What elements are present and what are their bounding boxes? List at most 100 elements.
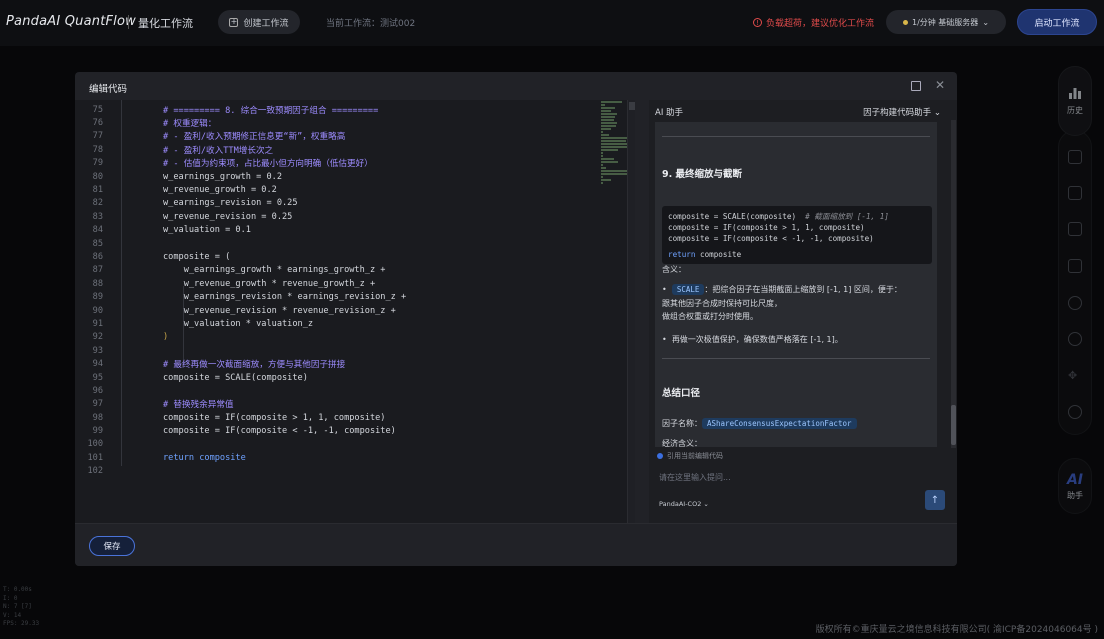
line-number: 89 xyxy=(92,292,103,303)
code-line[interactable]: 98 composite = IF(composite > 1, 1, compo… xyxy=(75,411,605,424)
code-text: w_revenue_revision = 0.25 xyxy=(163,211,293,222)
code-text: # 最终再做一次截面缩放，方便与其他因子拼接 xyxy=(163,360,346,371)
code-line[interactable]: 91 w_valuation * valuation_z xyxy=(75,317,605,330)
input-placeholder[interactable]: 请在这里输入提问... xyxy=(659,472,731,483)
line-number: 77 xyxy=(92,131,103,142)
fullscreen-icon[interactable] xyxy=(911,81,921,91)
line-number: 85 xyxy=(92,238,103,249)
assistant-title: AI 助手 xyxy=(655,108,684,118)
code-text: composite = SCALE(composite) xyxy=(163,372,308,383)
code-line[interactable]: 99 composite = IF(composite < -1, -1, com… xyxy=(75,424,605,437)
top-bar: PandaAI QuantFlow 量化工作流 + 创建工作流 当前工作流：测试… xyxy=(0,0,1104,46)
minimap-line xyxy=(601,101,622,103)
code-text: # - 盈利/收入TTM增长次之 xyxy=(163,145,274,156)
modal-title: 编辑代码 xyxy=(89,84,128,95)
line-number: 95 xyxy=(92,372,103,383)
line-number: 75 xyxy=(92,104,103,115)
editor-scrollbar[interactable] xyxy=(627,100,635,523)
code-line[interactable]: 96 xyxy=(75,384,605,397)
minimap-line xyxy=(601,152,603,154)
assistant-messages[interactable]: 9. 最终缩放与截断 composite = SCALE(composite) … xyxy=(655,122,937,447)
code-text: w_earnings_growth * earnings_growth_z + xyxy=(163,265,386,276)
assistant-input[interactable]: 请在这里输入提问... PandaAI-CO2 ⌄ ↑ xyxy=(655,462,945,520)
code-line[interactable]: 101 return composite xyxy=(75,451,605,464)
scrollbar-thumb[interactable] xyxy=(951,405,956,445)
code-line[interactable]: 95 composite = SCALE(composite) xyxy=(75,371,605,384)
modal-header: 编辑代码 ✕ xyxy=(75,72,957,100)
line-number: 81 xyxy=(92,185,103,196)
line-number: 82 xyxy=(92,198,103,209)
code-text: w_valuation * valuation_z xyxy=(163,318,314,329)
server-selector[interactable]: 1/分钟 基础服务器 ⌄ xyxy=(886,10,1006,34)
code-line[interactable]: 81 w_revenue_growth = 0.2 xyxy=(75,183,605,196)
line-number: 97 xyxy=(92,399,103,410)
minimap-line xyxy=(601,170,627,172)
line-number: 84 xyxy=(92,225,103,236)
line-number: 91 xyxy=(92,318,103,329)
code-text: composite = IF(composite > 1, 1, composi… xyxy=(163,412,386,423)
load-warning-text: 负载超荷，建议优化工作流 xyxy=(766,19,875,29)
code-editor[interactable]: 75 # ========= 8. 综合一致预期因子组合 ========= 76 #… xyxy=(75,100,635,523)
line-number: 100 xyxy=(87,439,103,450)
assistant-mode-label: 因子构建代码助手 xyxy=(863,108,932,118)
code-text: # 权重逻辑： xyxy=(163,119,217,130)
code-text: composite xyxy=(695,250,742,259)
scale-chip: SCALE xyxy=(671,284,705,295)
save-button[interactable]: 保存 xyxy=(89,536,135,556)
reference-code-toggle[interactable]: 引用当前编辑代码 xyxy=(657,451,723,461)
code-line[interactable]: 94 # 最终再做一次截面缩放，方便与其他因子拼接 xyxy=(75,357,605,370)
model-label: PandaAI-CO2 xyxy=(659,500,702,508)
code-line[interactable]: 97 # 替换残余异常值 xyxy=(75,398,605,411)
assistant-mode-selector[interactable]: 因子构建代码助手 ⌄ xyxy=(863,106,941,118)
code-line[interactable]: 77 # - 盈利/收入预期修正信息更“新”，权重略高 xyxy=(75,130,605,143)
code-line[interactable]: 87 w_earnings_growth * earnings_growth_z… xyxy=(75,264,605,277)
code-text: w_earnings_revision * earnings_revision_… xyxy=(163,292,407,303)
minimap-line xyxy=(601,137,627,139)
line-number: 80 xyxy=(92,171,103,182)
code-line[interactable]: 85 xyxy=(75,237,605,250)
line-number: 92 xyxy=(92,332,103,343)
code-text: w_earnings_revision = 0.25 xyxy=(163,198,298,209)
scrollbar-thumb[interactable] xyxy=(629,102,635,110)
start-workflow-button[interactable]: 启动工作流 xyxy=(1017,9,1097,35)
section-title: 量化工作流 xyxy=(138,17,193,30)
code-line[interactable]: 79 # - 估值为约束项，占比最小但方向明确（低估更好） xyxy=(75,157,605,170)
code-text: composite = SCALE(composite) xyxy=(668,212,806,221)
code-text: # - 估值为约束项，占比最小但方向明确（低估更好） xyxy=(163,159,373,170)
assistant-scrollbar[interactable] xyxy=(951,120,956,448)
code-line[interactable]: 75 # ========= 8. 综合一致预期因子组合 ========= xyxy=(75,103,605,116)
factor-name-label: 因子名称： xyxy=(662,419,702,428)
alert-icon: ! xyxy=(753,18,762,27)
load-warning: ! 负载超荷，建议优化工作流 xyxy=(753,16,874,29)
code-line[interactable]: 78 # - 盈利/收入TTM增长次之 xyxy=(75,143,605,156)
send-button[interactable]: ↑ xyxy=(925,490,945,510)
code-line[interactable]: 90 w_revenue_revision * revenue_revision… xyxy=(75,304,605,317)
minimap-line xyxy=(601,128,612,130)
chevron-down-icon: ⌄ xyxy=(982,17,990,27)
code-line[interactable]: 93 xyxy=(75,344,605,357)
model-selector[interactable]: PandaAI-CO2 ⌄ xyxy=(659,500,709,508)
create-workflow-label: 创建工作流 xyxy=(243,18,289,29)
chevron-down-icon: ⌄ xyxy=(933,108,941,118)
line-number: 78 xyxy=(92,144,103,155)
line-number: 98 xyxy=(92,412,103,423)
code-line[interactable]: 82 w_earnings_revision = 0.25 xyxy=(75,197,605,210)
minimap-line xyxy=(601,173,628,175)
code-line[interactable]: 80 w_earnings_growth = 0.2 xyxy=(75,170,605,183)
code-line[interactable]: 84 w_valuation = 0.1 xyxy=(75,224,605,237)
close-icon[interactable]: ✕ xyxy=(935,78,945,92)
code-lines[interactable]: 75 # ========= 8. 综合一致预期因子组合 ========= 76 #… xyxy=(75,103,605,478)
code-text: w_revenue_growth = 0.2 xyxy=(163,185,277,196)
code-line[interactable]: 86 composite = ( xyxy=(75,250,605,263)
code-line[interactable]: 83 w_revenue_revision = 0.25 xyxy=(75,210,605,223)
code-line[interactable]: 89 w_earnings_revision * earnings_revisi… xyxy=(75,290,605,303)
line-number: 86 xyxy=(92,251,103,262)
code-line[interactable]: 76 # 权重逻辑： xyxy=(75,116,605,129)
code-line[interactable]: 102 xyxy=(75,465,605,478)
code-line[interactable]: 88 w_revenue_growth * revenue_growth_z + xyxy=(75,277,605,290)
line-number: 87 xyxy=(92,265,103,276)
line-number: 76 xyxy=(92,118,103,129)
code-line[interactable]: 92) xyxy=(75,331,605,344)
create-workflow-button[interactable]: + 创建工作流 xyxy=(218,10,300,34)
code-line[interactable]: 100 xyxy=(75,438,605,451)
